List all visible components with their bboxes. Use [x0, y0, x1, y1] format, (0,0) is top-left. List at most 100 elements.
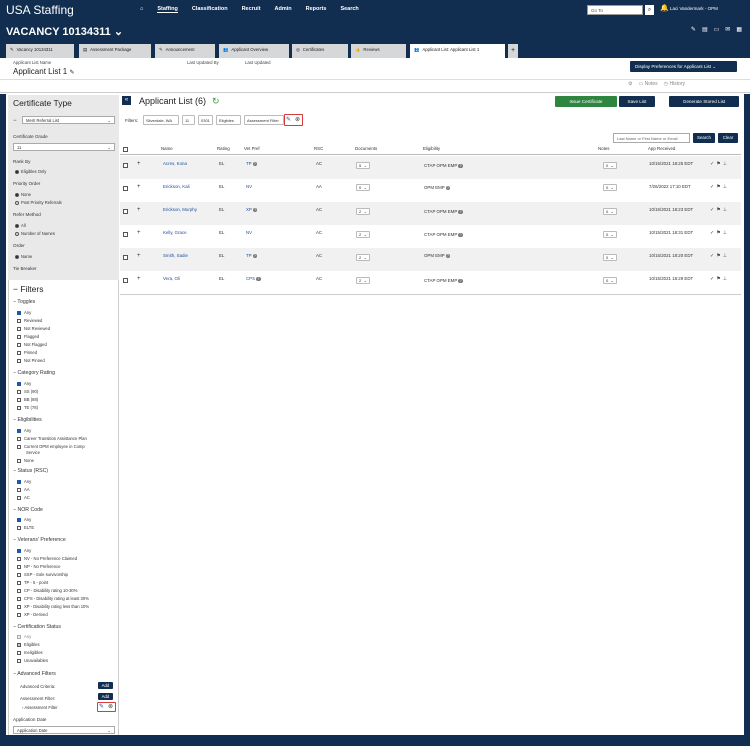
col-rsc[interactable]: RSC	[314, 146, 323, 151]
grid-icon[interactable]: ▦	[736, 26, 742, 33]
category-ss-checkbox[interactable]: SS (90)	[17, 389, 38, 394]
col-eligibility[interactable]: Eligibility	[423, 146, 440, 151]
nor-any-checkbox[interactable]: Any	[17, 517, 31, 522]
certstatus-ineligibles-checkbox[interactable]: Ineligibles	[17, 650, 43, 655]
category-rating-header[interactable]: − Category Rating	[13, 370, 55, 376]
filter-chip-series[interactable]: 0301	[198, 115, 213, 125]
user-menu[interactable]: Laci Vandermark - OPM	[670, 6, 718, 11]
rank-eligibles-radio[interactable]: Eligibles Only	[15, 169, 46, 174]
applicant-name-link[interactable]: Kelly, Grace	[163, 230, 187, 235]
nor-code-header[interactable]: − NOR Code	[13, 507, 43, 513]
notes-dropdown[interactable]: 0 ⌄	[603, 162, 617, 169]
vet-cps-checkbox[interactable]: CPS - Disability rating at least 30%	[17, 596, 89, 601]
documents-dropdown[interactable]: 2 ⌄	[356, 231, 370, 238]
expand-plus-icon[interactable]: +	[137, 253, 141, 259]
display-preferences-button[interactable]: Display Preferences for Applicant List ⌄	[630, 61, 737, 72]
row-checkbox[interactable]	[123, 232, 128, 237]
tab-vacancy[interactable]: ✎ Vacancy 10134311	[6, 44, 74, 58]
history-button[interactable]: ◷ History	[664, 81, 685, 87]
goto-input[interactable]: Go To	[587, 5, 643, 15]
pin-icon[interactable]: ⊥	[723, 276, 729, 282]
filter-chip-assessment[interactable]: Assessment Filter	[244, 115, 284, 125]
edit-filter-icon[interactable]: ✎	[99, 703, 104, 710]
notes-dropdown[interactable]: 0 ⌄	[603, 231, 617, 238]
clear-button[interactable]: Clear	[718, 133, 738, 143]
issue-certificate-button[interactable]: Issue Certificate	[555, 96, 617, 107]
certificate-type-select[interactable]: Merit Referral List ⌄	[22, 116, 115, 124]
pin-icon[interactable]: ⊥	[723, 184, 729, 190]
pin-icon[interactable]: ⊥	[723, 230, 729, 236]
nav-admin[interactable]: Admin	[275, 6, 292, 13]
status-aa-checkbox[interactable]: AA	[17, 487, 30, 492]
nor-elte-checkbox[interactable]: ELTE	[17, 525, 34, 530]
documents-dropdown[interactable]: 0 ⌄	[356, 184, 370, 191]
expand-plus-icon[interactable]: +	[137, 207, 141, 213]
edit-icon[interactable]: ✎	[691, 26, 696, 33]
edit-chip-icon[interactable]: ✎	[286, 116, 291, 123]
refer-number-radio[interactable]: Number of Names	[15, 231, 55, 236]
nav-classification[interactable]: Classification	[192, 6, 228, 13]
goto-search-icon[interactable]: ⌕	[645, 5, 654, 15]
col-notes[interactable]: Notes	[598, 146, 609, 151]
vet-cp-checkbox[interactable]: CP - Disability rating 10-30%	[17, 588, 77, 593]
app-brand[interactable]: USA Staffing	[6, 3, 74, 17]
applicant-name-link[interactable]: Smith, Sadie	[163, 253, 188, 258]
row-checkbox[interactable]	[123, 278, 128, 283]
elig-any-checkbox[interactable]: Any	[17, 428, 31, 433]
filter-chip-eligibles[interactable]: Eligibles	[216, 115, 241, 125]
notes-dropdown[interactable]: 0 ⌄	[603, 254, 617, 261]
expand-plus-icon[interactable]: +	[137, 276, 141, 282]
certstatus-unavailables-checkbox[interactable]: Unavailables	[17, 658, 48, 663]
gear-icon[interactable]: ⚙	[628, 81, 632, 87]
edit-icon[interactable]: ✎	[70, 70, 75, 76]
documents-dropdown[interactable]: 5 ⌄	[356, 162, 370, 169]
col-vet-pref[interactable]: Vet Pref	[244, 146, 260, 151]
assessment-filter-item[interactable]: › Assessment Filter	[22, 705, 58, 710]
row-checkbox[interactable]	[123, 255, 128, 260]
table-row[interactable]: + Acres, Kona EL TP? AC 5 ⌄ CTAP OPM EMP?…	[120, 156, 741, 179]
help-icon[interactable]: ?	[445, 253, 451, 259]
tab-reviews[interactable]: 👍 Reviews	[351, 44, 406, 58]
veterans-preference-header[interactable]: − Veterans' Preference	[13, 537, 66, 543]
message-icon[interactable]: ✉	[725, 26, 730, 33]
nav-home-icon[interactable]: ⌂	[140, 6, 143, 13]
refresh-icon[interactable]: ↻	[212, 96, 220, 107]
priority-post-radio[interactable]: Post Priority Referrals	[15, 200, 62, 205]
tab-announcement[interactable]: ✎ Announcement	[155, 44, 215, 58]
notes-dropdown[interactable]: 0 ⌄	[603, 208, 617, 215]
application-date-select[interactable]: Application Date ⌄	[13, 726, 115, 734]
refer-all-radio[interactable]: All	[15, 223, 26, 228]
toggle-not-pinned-checkbox[interactable]: Not Pinned	[17, 358, 45, 363]
table-row[interactable]: + Erickson, Kali EL NV AA 0 ⌄ OPM EMP? 0 ⌄…	[120, 179, 741, 202]
toggles-header[interactable]: − Toggles	[13, 299, 35, 305]
filters-title[interactable]: − Filters	[13, 284, 43, 294]
vacancy-title[interactable]: VACANCY 10134311 ⌄	[6, 25, 123, 38]
toggle-flagged-checkbox[interactable]: Flagged	[17, 334, 39, 339]
col-rating[interactable]: Rating	[217, 146, 230, 151]
pin-icon[interactable]: ⊥	[723, 161, 729, 167]
vet-any-checkbox[interactable]: Any	[17, 548, 31, 553]
status-any-checkbox[interactable]: Any	[17, 479, 31, 484]
certificate-grade-select[interactable]: 11 ⌄	[13, 143, 115, 151]
nav-search[interactable]: Search	[340, 6, 358, 13]
add-tab-button[interactable]: +	[508, 44, 518, 58]
generate-stored-list-button[interactable]: Generate Stored List	[669, 96, 739, 107]
eligibilities-header[interactable]: − Eligibilities	[13, 417, 42, 423]
toggle-not-flagged-checkbox[interactable]: Not Flagged	[17, 342, 47, 347]
vet-nv-checkbox[interactable]: NV - No Preference Claimed	[17, 556, 77, 561]
select-all-checkbox[interactable]	[123, 147, 128, 152]
table-row[interactable]: + Kelly, Grace EL NV AC 2 ⌄ CTAP OPM EMP?…	[120, 225, 741, 248]
list-icon[interactable]: ▤	[702, 26, 708, 33]
pin-icon[interactable]: ⊥	[723, 207, 729, 213]
col-documents[interactable]: Documents	[355, 146, 377, 151]
elig-none-checkbox[interactable]: None	[17, 458, 34, 463]
category-any-checkbox[interactable]: Any	[17, 381, 31, 386]
elig-opm-checkbox[interactable]: Current OPM employee in Comp	[17, 444, 85, 449]
expand-plus-icon[interactable]: +	[137, 230, 141, 236]
certification-status-header[interactable]: − Certification Status	[13, 624, 61, 630]
toggle-reviewed-checkbox[interactable]: Reviewed	[17, 318, 42, 323]
table-row[interactable]: + Erickson, Murphy EL XP? AC 2 ⌄ CTAP OPM…	[120, 202, 741, 225]
vet-xp-checkbox[interactable]: XP - Disability rating less than 10%	[17, 604, 89, 609]
expand-plus-icon[interactable]: +	[137, 184, 141, 190]
documents-dropdown[interactable]: 2 ⌄	[356, 208, 370, 215]
